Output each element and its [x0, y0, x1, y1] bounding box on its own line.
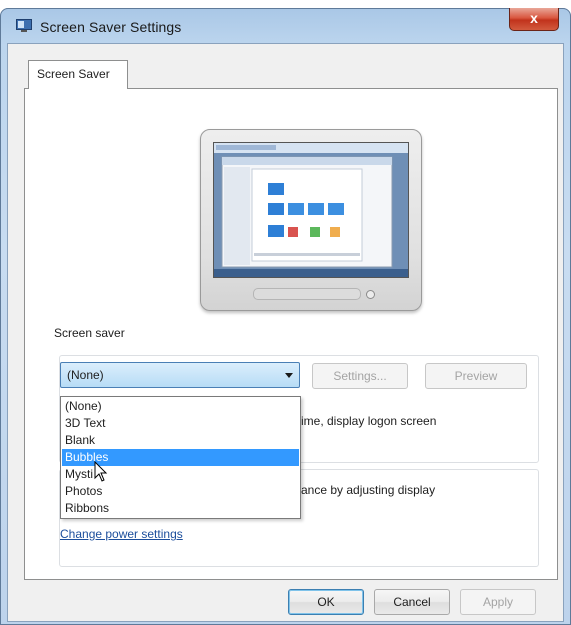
option-ribbons[interactable]: Ribbons	[62, 500, 299, 517]
power-description-text: ance by adjusting display	[301, 483, 436, 497]
close-button[interactable]: x	[509, 8, 559, 31]
change-power-settings-link[interactable]: Change power settings	[60, 527, 183, 541]
option-none[interactable]: (None)	[62, 398, 299, 415]
preview-screen	[213, 142, 409, 278]
screen-saver-options-list[interactable]: (None) 3D Text Blank Bubbles Mysti Photo…	[60, 396, 301, 519]
tab-screen-saver[interactable]: Screen Saver	[28, 60, 128, 89]
screen-saver-selected-value: (None)	[67, 368, 104, 382]
close-icon: x	[530, 10, 538, 26]
screen-saver-group-label: Screen saver	[52, 326, 127, 340]
settings-button[interactable]: Settings...	[312, 363, 408, 389]
title-bar[interactable]: Screen Saver Settings x	[0, 8, 571, 44]
tab-label: Screen Saver	[37, 67, 110, 81]
chevron-down-icon	[285, 373, 293, 378]
option-photos[interactable]: Photos	[62, 483, 299, 500]
monitor-power-button	[366, 290, 375, 299]
cancel-button[interactable]: Cancel	[374, 589, 450, 615]
ok-button[interactable]: OK	[288, 589, 364, 615]
desktop-preview-image	[214, 143, 408, 277]
preview-button[interactable]: Preview	[425, 363, 527, 389]
window-title: Screen Saver Settings	[40, 19, 182, 35]
mouse-pointer-icon	[94, 461, 108, 482]
display-icon	[16, 19, 32, 32]
option-3d-text[interactable]: 3D Text	[62, 415, 299, 432]
logon-option-text: ime, display logon screen	[301, 414, 437, 428]
monitor-preview	[200, 129, 422, 311]
option-blank[interactable]: Blank	[62, 432, 299, 449]
apply-button[interactable]: Apply	[460, 589, 536, 615]
screen-saver-dropdown[interactable]: (None)	[60, 362, 300, 388]
monitor-stand-slot	[253, 288, 361, 300]
